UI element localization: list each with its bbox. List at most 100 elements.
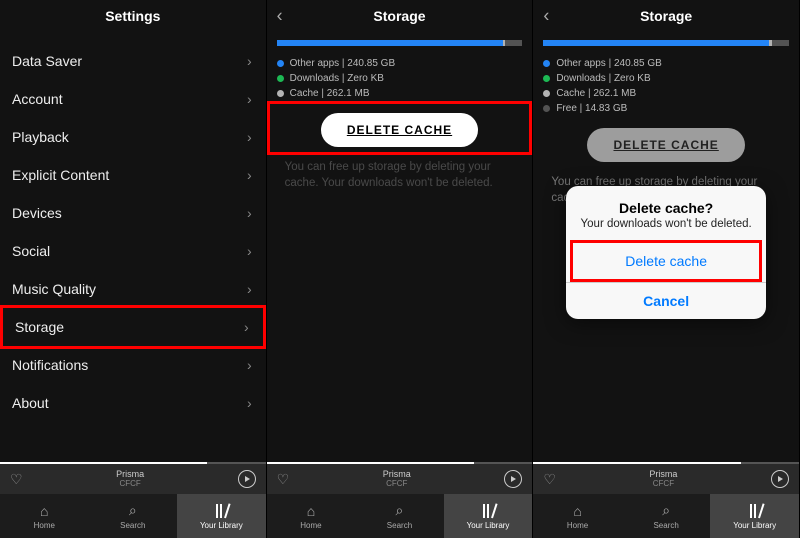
menu-item-account[interactable]: Account› (0, 80, 266, 118)
confirm-dialog: Delete cache? Your downloads won't be de… (566, 186, 766, 319)
tab-label: Home (300, 521, 321, 530)
back-icon[interactable]: ‹ (543, 6, 549, 27)
bar-other (277, 40, 503, 46)
chevron-right-icon: › (247, 205, 252, 221)
tab-search[interactable]: ⌕ Search (89, 494, 178, 538)
tab-label: Search (120, 521, 145, 530)
chevron-right-icon: › (247, 281, 252, 297)
artist-name: CFCF (289, 480, 504, 489)
now-playing-bar[interactable]: ♡ Prisma CFCF (0, 462, 266, 494)
tab-label: Search (387, 521, 412, 530)
legend-label: Cache | 262.1 MB (290, 88, 370, 99)
legend-label: Downloads | Zero KB (290, 73, 384, 84)
menu-item-notifications[interactable]: Notifications › (0, 346, 266, 384)
legend-row: Downloads | Zero KB (277, 71, 523, 86)
chevron-right-icon: › (247, 357, 252, 373)
tab-label: Home (567, 521, 588, 530)
back-icon[interactable]: ‹ (277, 6, 283, 27)
now-playing-text[interactable]: Prisma CFCF (556, 470, 771, 489)
dialog-message: Your downloads won't be deleted. (566, 218, 766, 240)
header: ‹ Storage (267, 0, 533, 32)
dot-icon (277, 90, 284, 97)
chevron-right-icon: › (247, 395, 252, 411)
settings-list: Data Saver› Account› Playback› Explicit … (0, 32, 266, 462)
menu-item-data-saver[interactable]: Data Saver› (0, 42, 266, 80)
delete-cache-wrap: DELETE CACHE (533, 116, 799, 170)
menu-item-devices[interactable]: Devices› (0, 194, 266, 232)
tab-bar: ⌂Home ⌕ Search Your Library (0, 494, 266, 538)
tab-library[interactable]: Your Library (710, 494, 799, 538)
now-playing-text[interactable]: Prisma CFCF (289, 470, 504, 489)
menu-label: Notifications (12, 357, 88, 373)
tab-bar: ⌂ Home ⌕Search Your Library (533, 494, 799, 538)
menu-label: Explicit Content (12, 167, 109, 183)
dot-icon (543, 90, 550, 97)
header: Settings (0, 0, 266, 32)
heart-icon[interactable]: ♡ (10, 471, 23, 488)
legend: Other apps | 240.85 GB Downloads | Zero … (267, 56, 533, 101)
dot-icon (277, 75, 284, 82)
tab-label: Your Library (200, 521, 243, 530)
menu-item-about[interactable]: About› (0, 384, 266, 422)
legend: Other apps | 240.85 GB Downloads | Zero … (533, 56, 799, 116)
chevron-right-icon: › (244, 319, 249, 335)
storage-bar (543, 40, 789, 46)
menu-item-explicit[interactable]: Explicit Content › (0, 156, 266, 194)
menu-item-music-quality[interactable]: Music Quality› (0, 270, 266, 308)
tab-label: Home (34, 521, 55, 530)
tab-label: Your Library (467, 521, 510, 530)
storage-panel: ‹ Storage Other apps | 240.85 GB Downloa… (267, 0, 534, 538)
tab-library[interactable]: Your Library (177, 494, 266, 538)
tab-home[interactable]: ⌂Home (0, 494, 89, 538)
dot-icon (543, 75, 550, 82)
tab-label: Search (653, 521, 678, 530)
play-icon[interactable] (238, 470, 256, 488)
bar-free (772, 40, 789, 46)
delete-cache-highlight: DELETE CACHE (267, 101, 533, 155)
menu-label: Storage (15, 319, 64, 335)
legend-label: Cache | 262.1 MB (556, 88, 636, 99)
dialog-confirm-button[interactable]: Delete cache (570, 240, 762, 282)
legend-row: Cache | 262.1 MB (277, 86, 523, 101)
menu-label: Account (12, 91, 63, 107)
menu-item-storage[interactable]: Storage › (0, 305, 266, 349)
menu-label: Playback (12, 129, 69, 145)
tab-library[interactable]: Your Library (444, 494, 533, 538)
library-icon (481, 503, 495, 519)
legend-label: Free | 14.83 GB (556, 103, 627, 114)
now-playing-text[interactable]: Prisma CFCF (23, 470, 238, 489)
play-icon[interactable] (504, 470, 522, 488)
tab-home[interactable]: ⌂ Home (533, 494, 622, 538)
menu-item-social[interactable]: Social› (0, 232, 266, 270)
menu-item-playback[interactable]: Playback› (0, 118, 266, 156)
dialog-title: Delete cache? (566, 186, 766, 218)
chevron-right-icon: › (247, 53, 252, 69)
heart-icon[interactable]: ♡ (277, 471, 290, 488)
storage-panel-dialog: ‹ Storage Other apps | 240.85 GB Downloa… (533, 0, 800, 538)
bar-free (505, 40, 522, 46)
chevron-right-icon: › (247, 167, 252, 183)
delete-cache-button[interactable]: DELETE CACHE (321, 113, 478, 147)
legend-row: Other apps | 240.85 GB (543, 56, 789, 71)
search-icon: ⌕ (396, 503, 404, 519)
library-icon (748, 503, 762, 519)
chevron-right-icon: › (247, 243, 252, 259)
legend-row: Downloads | Zero KB (543, 71, 789, 86)
home-icon: ⌂ (307, 503, 315, 519)
now-playing-bar[interactable]: ♡ Prisma CFCF (533, 462, 799, 494)
delete-cache-button[interactable]: DELETE CACHE (587, 128, 744, 162)
tab-search[interactable]: ⌕Search (622, 494, 711, 538)
home-icon: ⌂ (573, 503, 581, 519)
now-playing-bar[interactable]: ♡ Prisma CFCF (267, 462, 533, 494)
settings-panel: Settings Data Saver› Account› Playback› … (0, 0, 267, 538)
tab-label: Your Library (733, 521, 776, 530)
search-icon: ⌕ (129, 503, 137, 519)
dialog-cancel-button[interactable]: Cancel (566, 282, 766, 319)
dot-icon (277, 60, 284, 67)
page-title: Storage (640, 8, 692, 24)
tab-search[interactable]: ⌕ Search (355, 494, 444, 538)
heart-icon[interactable]: ♡ (543, 471, 556, 488)
tab-home[interactable]: ⌂ Home (267, 494, 356, 538)
legend-row: Free | 14.83 GB (543, 101, 789, 116)
play-icon[interactable] (771, 470, 789, 488)
